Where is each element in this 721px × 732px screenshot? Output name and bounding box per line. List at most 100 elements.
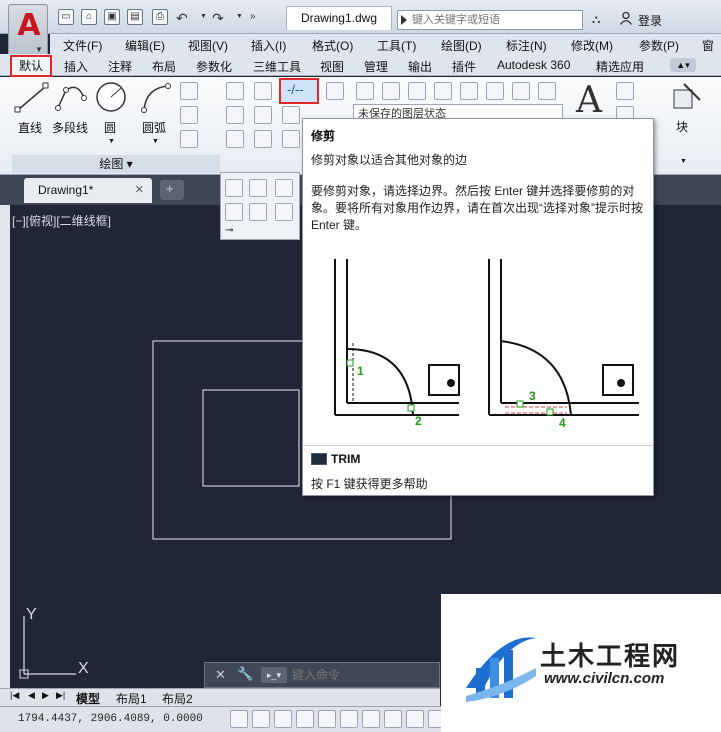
infer-constraints-icon[interactable] [230, 710, 248, 728]
application-menu-button[interactable]: A ▼ [8, 4, 48, 60]
viewport-controls[interactable]: [−][俯视][二维线框] [12, 212, 111, 229]
command-prompt-icon[interactable]: ▸_▾ [261, 667, 287, 683]
binoculars-icon[interactable]: ⛬ [592, 12, 600, 27]
osnap-icon[interactable] [340, 710, 358, 728]
insert-block-icon[interactable] [670, 80, 704, 114]
save-icon[interactable]: ▣ [104, 9, 120, 25]
tab-insert[interactable]: 插入 [64, 58, 88, 75]
circle-button-label[interactable]: 圆 [104, 119, 116, 136]
user-icon[interactable] [619, 11, 633, 25]
menu-edit[interactable]: 编辑(E) [125, 37, 165, 54]
fillet-icon[interactable] [282, 106, 300, 124]
blend-icon[interactable] [275, 203, 293, 221]
tab-3d-tools[interactable]: 三维工具 [253, 58, 301, 75]
menu-tools[interactable]: 工具(T) [377, 37, 416, 54]
new-tab-button[interactable]: + [160, 180, 184, 200]
menu-format[interactable]: 格式(O) [312, 37, 353, 54]
arc-button-label[interactable]: 圆弧 [142, 119, 166, 136]
polyline-icon[interactable] [54, 80, 90, 116]
layer-isolate-icon[interactable] [512, 82, 530, 100]
command-input[interactable] [292, 666, 432, 684]
login-link[interactable]: 登录 [638, 12, 662, 29]
scale-icon[interactable] [254, 130, 272, 148]
array-icon[interactable] [282, 130, 300, 148]
mirror-icon[interactable] [254, 106, 272, 124]
otrack-icon[interactable] [384, 710, 402, 728]
tab-annotate[interactable]: 注释 [108, 58, 132, 75]
arc-icon[interactable] [138, 80, 174, 116]
tab-parametric[interactable]: 参数化 [196, 58, 232, 75]
tab-view[interactable]: 视图 [320, 58, 344, 75]
point-icon[interactable] [180, 130, 198, 148]
tab-layout2[interactable]: 布局2 [162, 690, 193, 707]
next-tab-icon[interactable]: ▶ [42, 690, 49, 701]
redo-dropdown-icon[interactable]: ▼ [236, 13, 243, 20]
save-as-icon[interactable]: ▤ [127, 9, 143, 25]
hatch-icon[interactable] [180, 106, 198, 124]
document-title-tab[interactable]: Drawing1.dwg [286, 6, 392, 30]
circle-icon[interactable] [94, 80, 128, 114]
more-icon[interactable]: » [250, 11, 256, 22]
explode-icon[interactable] [225, 179, 243, 197]
layer-states-icon[interactable] [382, 82, 400, 100]
layer-unisolate-icon[interactable] [538, 82, 556, 100]
tab-layout1[interactable]: 布局1 [116, 690, 147, 707]
break-icon[interactable] [225, 203, 243, 221]
extend-icon[interactable] [275, 179, 293, 197]
3d-osnap-icon[interactable] [362, 710, 380, 728]
copy-icon[interactable] [226, 106, 244, 124]
layer-previous-icon[interactable] [486, 82, 504, 100]
tab-manage[interactable]: 管理 [364, 58, 388, 75]
chevron-down-icon[interactable]: ▼ [152, 138, 159, 145]
tab-default[interactable]: 默认 [10, 55, 52, 77]
prev-tab-icon[interactable]: ◀ [28, 690, 35, 701]
block-button-label[interactable]: 块 [676, 118, 688, 135]
search-input[interactable] [412, 12, 578, 28]
tab-autodesk-360[interactable]: Autodesk 360 [497, 58, 570, 72]
menu-parameters[interactable]: 参数(P) [639, 37, 679, 54]
text-icon[interactable]: A [576, 80, 602, 121]
new-file-icon[interactable]: ▭ [58, 9, 74, 25]
ortho-icon[interactable] [296, 710, 314, 728]
chevron-down-icon[interactable]: ▼ [108, 138, 115, 145]
erase-icon[interactable] [326, 82, 344, 100]
menu-file[interactable]: 文件(F) [63, 37, 102, 54]
undo-icon[interactable]: ↶ [176, 10, 188, 27]
polyline-button-label[interactable]: 多段线 [52, 119, 88, 136]
dimension-icon[interactable] [616, 82, 634, 100]
wrench-icon[interactable]: 🔧 [237, 666, 253, 682]
rotate-icon[interactable] [254, 82, 272, 100]
tab-featured-apps[interactable]: 精选应用 [596, 58, 644, 75]
close-icon[interactable]: ✕ [215, 667, 226, 683]
stretch-icon[interactable] [226, 130, 244, 148]
undo-dropdown-icon[interactable]: ▼ [200, 13, 207, 20]
layer-properties-icon[interactable] [356, 82, 374, 100]
menu-insert[interactable]: 插入(I) [251, 37, 286, 54]
open-folder-icon[interactable]: ⌂ [81, 9, 97, 25]
line-icon[interactable] [12, 80, 52, 116]
layer-freeze-icon[interactable] [408, 82, 426, 100]
coordinate-readout[interactable]: 1794.4437, 2906.4089, 0.0000 [18, 713, 203, 725]
join-icon[interactable] [249, 179, 267, 197]
polar-icon[interactable] [318, 710, 336, 728]
menu-view[interactable]: 视图(V) [188, 37, 228, 54]
search-box[interactable] [397, 10, 583, 30]
menu-modify[interactable]: 修改(M) [571, 37, 613, 54]
chamfer-icon[interactable] [249, 203, 267, 221]
line-button-label[interactable]: 直线 [18, 119, 42, 136]
trim-button[interactable]: -/-- [279, 78, 319, 104]
first-tab-icon[interactable]: |◀ [10, 690, 19, 701]
chevron-down-icon[interactable]: ▼ [680, 158, 687, 165]
tab-output[interactable]: 输出 [408, 58, 432, 75]
layer-lock-icon[interactable] [434, 82, 452, 100]
panel-toggle-icon[interactable]: ▲▾ [670, 58, 696, 72]
close-icon[interactable]: ✕ [135, 178, 144, 202]
tab-layout[interactable]: 布局 [152, 58, 176, 75]
menu-draw[interactable]: 绘图(D) [441, 37, 482, 54]
tab-model[interactable]: 模型 [76, 690, 100, 707]
layer-match-icon[interactable] [460, 82, 478, 100]
draw-panel-title[interactable]: 绘图 ▾ [12, 155, 220, 173]
ducs-icon[interactable] [406, 710, 424, 728]
menu-dimension[interactable]: 标注(N) [506, 37, 547, 54]
redo-icon[interactable]: ↷ [212, 10, 224, 27]
